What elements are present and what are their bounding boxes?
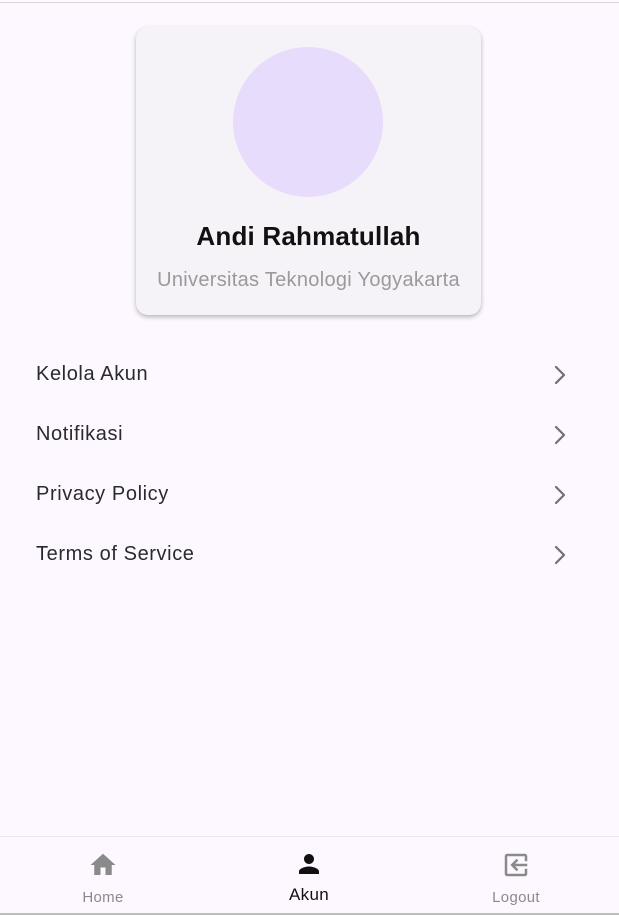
- account-menu-list: Kelola Akun Notifikasi Privacy Policy Te…: [0, 345, 619, 585]
- menu-item-label: Privacy Policy: [36, 483, 169, 505]
- chevron-right-icon: [554, 425, 566, 445]
- nav-item-home[interactable]: Home: [0, 837, 206, 914]
- profile-card: Andi Rahmatullah Universitas Teknologi Y…: [136, 27, 481, 315]
- top-divider: [0, 2, 619, 3]
- bottom-navigation-bar: Home Akun Logout: [0, 836, 619, 914]
- menu-item-label: Terms of Service: [36, 543, 195, 565]
- menu-item-label: Notifikasi: [36, 423, 124, 445]
- chevron-right-icon: [554, 485, 566, 505]
- chevron-right-icon: [554, 365, 566, 385]
- menu-item-privacy-policy[interactable]: Privacy Policy: [0, 465, 619, 525]
- menu-item-label: Kelola Akun: [36, 363, 149, 385]
- nav-item-logout[interactable]: Logout: [413, 837, 619, 914]
- nav-item-akun[interactable]: Akun: [206, 837, 412, 914]
- person-icon: [299, 854, 319, 874]
- profile-name: Andi Rahmatullah: [196, 221, 421, 251]
- chevron-right-icon: [554, 545, 566, 565]
- nav-label-logout: Logout: [492, 889, 540, 906]
- avatar[interactable]: [233, 47, 383, 197]
- nav-label-akun: Akun: [289, 885, 329, 904]
- home-icon: [90, 853, 116, 875]
- profile-university: Universitas Teknologi Yogyakarta: [157, 269, 460, 291]
- logout-icon: [504, 853, 528, 877]
- menu-item-kelola-akun[interactable]: Kelola Akun: [0, 345, 619, 405]
- nav-label-home: Home: [82, 889, 124, 906]
- menu-item-notifikasi[interactable]: Notifikasi: [0, 405, 619, 465]
- menu-item-terms-of-service[interactable]: Terms of Service: [0, 525, 619, 585]
